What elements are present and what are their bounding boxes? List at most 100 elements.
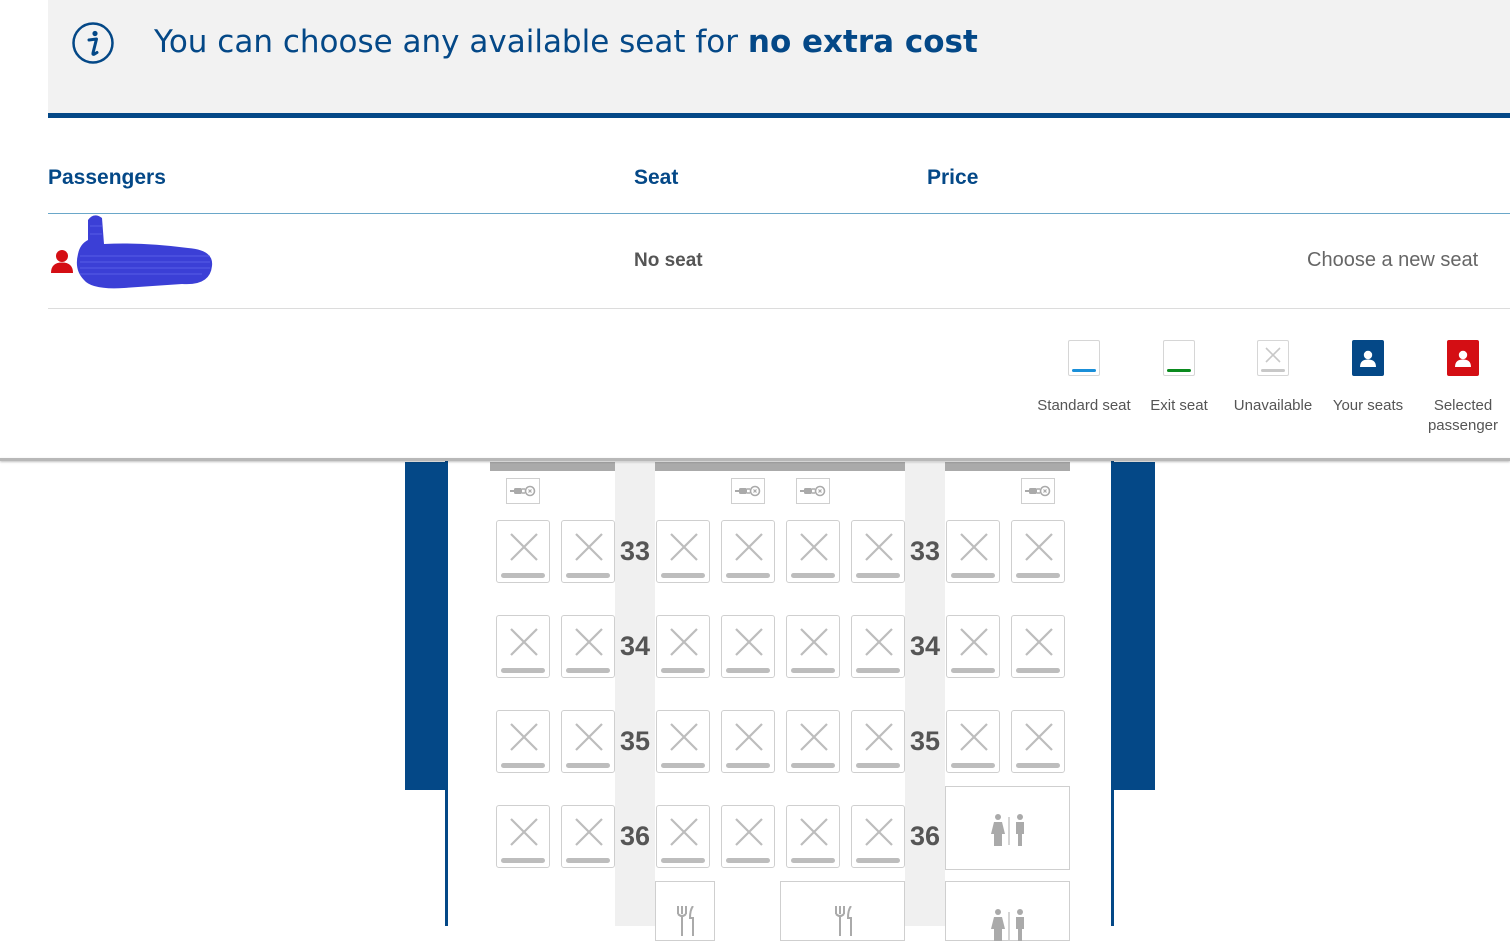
bulkhead xyxy=(655,462,905,471)
seat-bar xyxy=(566,573,610,578)
seat-bar xyxy=(501,573,545,578)
seat-unavailable[interactable] xyxy=(496,805,550,868)
legend-label: Exit seat xyxy=(1150,397,1208,414)
seat-unavailable[interactable] xyxy=(561,520,615,583)
selected-passenger-swatch xyxy=(1447,340,1479,376)
seat-bar xyxy=(661,668,705,673)
seat-bar xyxy=(501,858,545,863)
cross-icon xyxy=(865,818,893,846)
seat-unavailable[interactable] xyxy=(851,615,905,678)
seat-unavailable[interactable] xyxy=(656,710,710,773)
row-number: 35 xyxy=(619,726,651,756)
legend-label: Your seats xyxy=(1332,397,1404,414)
seat-unavailable[interactable] xyxy=(496,615,550,678)
seat-unavailable[interactable] xyxy=(496,710,550,773)
row-number: 34 xyxy=(619,631,651,661)
person-icon xyxy=(51,250,73,273)
exit-seat-swatch xyxy=(1163,340,1195,376)
choose-new-seat-link[interactable]: Choose a new seat xyxy=(1307,249,1478,272)
cross-icon xyxy=(670,723,698,751)
unavailable-swatch xyxy=(1257,340,1289,376)
seat-bar xyxy=(791,573,835,578)
seat-bar xyxy=(856,763,900,768)
seat-bar xyxy=(1016,573,1060,578)
seat-bar xyxy=(566,763,610,768)
row-divider xyxy=(48,308,1510,309)
seat-unavailable[interactable] xyxy=(561,710,615,773)
legend-standard-seat: Standard seat xyxy=(1036,340,1132,416)
cross-icon xyxy=(735,628,763,656)
legend-your-seats: Your seats xyxy=(1320,340,1416,416)
seat-bar xyxy=(661,573,705,578)
legend-label: Unavailable xyxy=(1233,397,1313,414)
lavatory-icon xyxy=(945,786,1070,870)
person-icon xyxy=(1455,350,1471,367)
seat-unavailable[interactable] xyxy=(946,520,1000,583)
seat-unavailable[interactable] xyxy=(786,710,840,773)
power-outlet-icon xyxy=(1021,478,1055,504)
seat-unavailable[interactable] xyxy=(786,520,840,583)
galley-icon xyxy=(655,881,715,941)
seat-bar xyxy=(951,668,995,673)
fuselage-right-wall xyxy=(1111,461,1114,926)
seat-unavailable[interactable] xyxy=(561,615,615,678)
cross-icon xyxy=(1025,723,1053,751)
standard-seat-swatch xyxy=(1068,340,1100,376)
cross-icon xyxy=(800,818,828,846)
seat-bar xyxy=(856,573,900,578)
cross-icon xyxy=(1265,347,1281,363)
seat-unavailable[interactable] xyxy=(851,805,905,868)
seat-bar xyxy=(951,573,995,578)
cross-icon xyxy=(1025,533,1053,561)
seat-bar xyxy=(501,668,545,673)
seat-unavailable[interactable] xyxy=(721,805,775,868)
aisle-right xyxy=(905,462,945,926)
seat-unavailable[interactable] xyxy=(851,520,905,583)
cross-icon xyxy=(510,628,538,656)
cross-icon xyxy=(960,723,988,751)
cross-icon xyxy=(865,533,893,561)
seat-bar xyxy=(501,763,545,768)
cross-icon xyxy=(510,533,538,561)
seat-unavailable[interactable] xyxy=(786,615,840,678)
power-outlet-icon xyxy=(796,478,830,504)
seat-bar xyxy=(566,668,610,673)
seat-bar xyxy=(856,668,900,673)
left-wing xyxy=(405,462,445,790)
seat-bar xyxy=(661,858,705,863)
cross-icon xyxy=(510,818,538,846)
aisle-left xyxy=(615,462,655,926)
seat-unavailable[interactable] xyxy=(946,710,1000,773)
legend-panel-edge xyxy=(0,458,1510,461)
header-divider xyxy=(48,213,1510,214)
seat-unavailable[interactable] xyxy=(851,710,905,773)
legend-selected-passenger: Selected passenger xyxy=(1415,340,1510,436)
header-passengers: Passengers xyxy=(48,166,166,189)
person-icon xyxy=(1360,350,1376,367)
seat-unavailable[interactable] xyxy=(496,520,550,583)
seat-unavailable[interactable] xyxy=(1011,615,1065,678)
seat-unavailable[interactable] xyxy=(786,805,840,868)
seat-unavailable[interactable] xyxy=(721,615,775,678)
seat-bar xyxy=(726,668,770,673)
seat-unavailable[interactable] xyxy=(561,805,615,868)
cross-icon xyxy=(575,628,603,656)
seat-unavailable[interactable] xyxy=(946,615,1000,678)
info-banner: You can choose any available seat for no… xyxy=(48,0,1510,118)
seat-unavailable[interactable] xyxy=(656,615,710,678)
cross-icon xyxy=(575,533,603,561)
banner-emphasis: no extra cost xyxy=(747,24,978,60)
seat-unavailable[interactable] xyxy=(656,520,710,583)
seat-unavailable[interactable] xyxy=(721,710,775,773)
cross-icon xyxy=(670,818,698,846)
cross-icon xyxy=(670,628,698,656)
cross-icon xyxy=(735,533,763,561)
seat-unavailable[interactable] xyxy=(1011,710,1065,773)
legend-exit-seat: Exit seat xyxy=(1131,340,1227,416)
seat-unavailable[interactable] xyxy=(721,520,775,583)
seat-unavailable[interactable] xyxy=(656,805,710,868)
seat-unavailable[interactable] xyxy=(1011,520,1065,583)
legend-unavailable: Unavailable xyxy=(1225,340,1321,416)
seat-bar xyxy=(856,858,900,863)
seat-bar xyxy=(791,668,835,673)
